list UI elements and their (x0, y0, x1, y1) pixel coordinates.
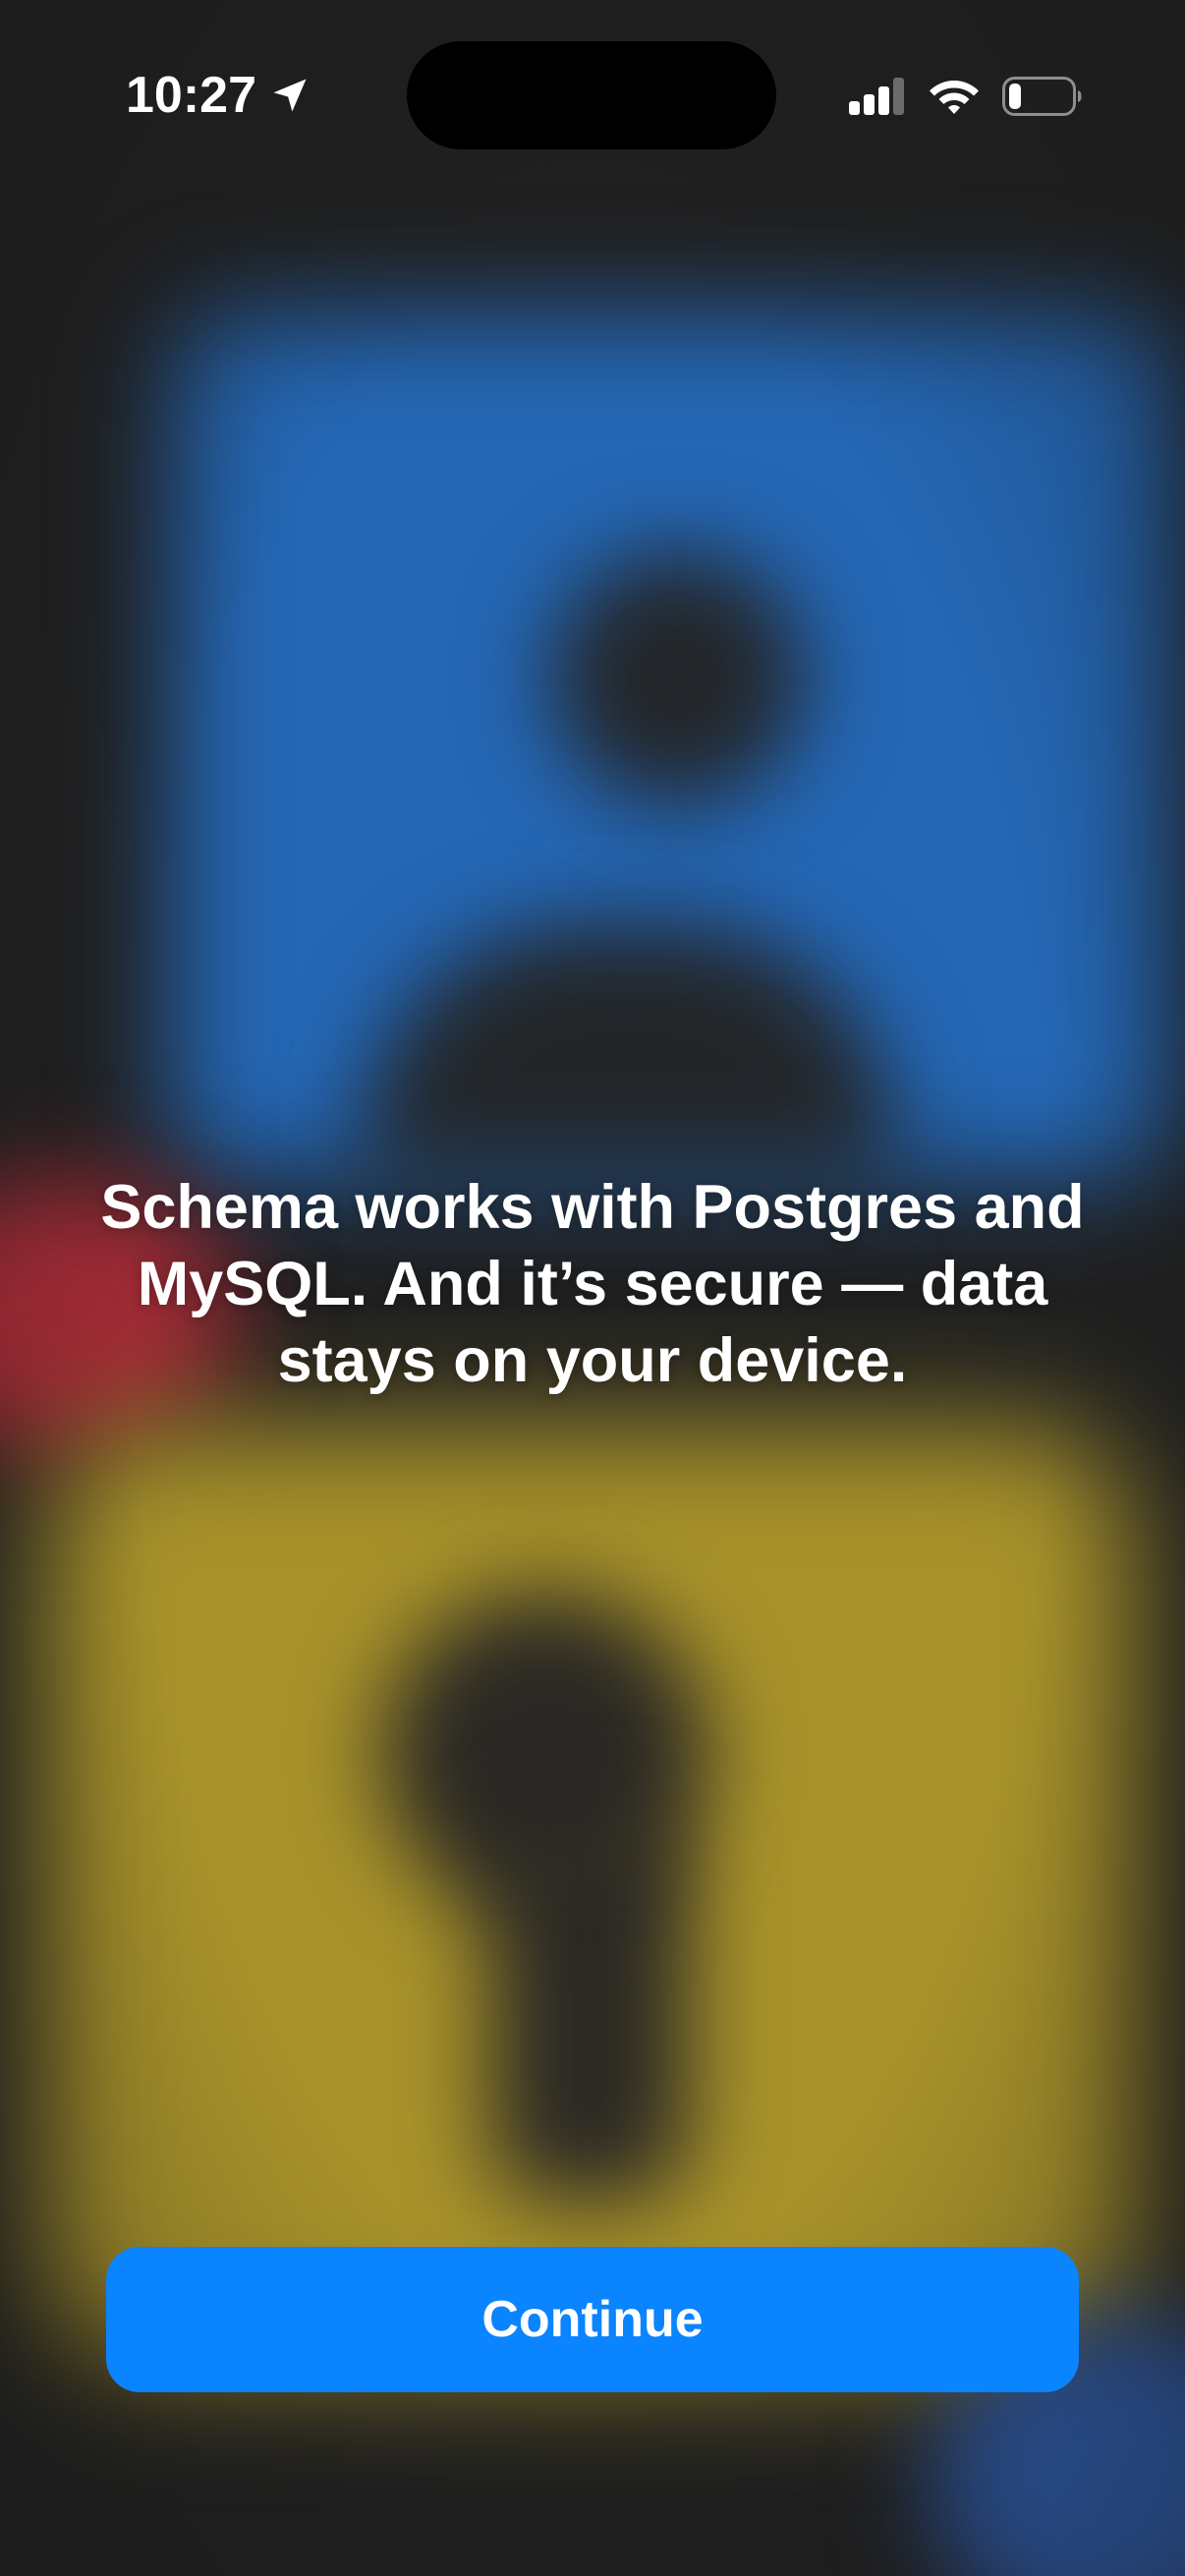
continue-button[interactable]: Continue (106, 2247, 1079, 2392)
status-time: 10:27 (126, 67, 256, 124)
dynamic-island (407, 41, 776, 149)
onboarding-headline: Schema works with Postgres and MySQL. An… (100, 1173, 1085, 1395)
time-group: 10:27 (126, 61, 311, 130)
status-icons (849, 69, 1083, 124)
cellular-signal-icon (849, 78, 904, 115)
wifi-icon (930, 81, 979, 114)
onboarding-screen: 10:27 Schema works with Postgres and MyS… (0, 0, 1185, 2576)
continue-button-label: Continue (481, 2291, 704, 2348)
battery-icon (1002, 77, 1082, 116)
status-bar: 10:27 (0, 0, 1185, 157)
location-arrow-icon (273, 79, 307, 112)
